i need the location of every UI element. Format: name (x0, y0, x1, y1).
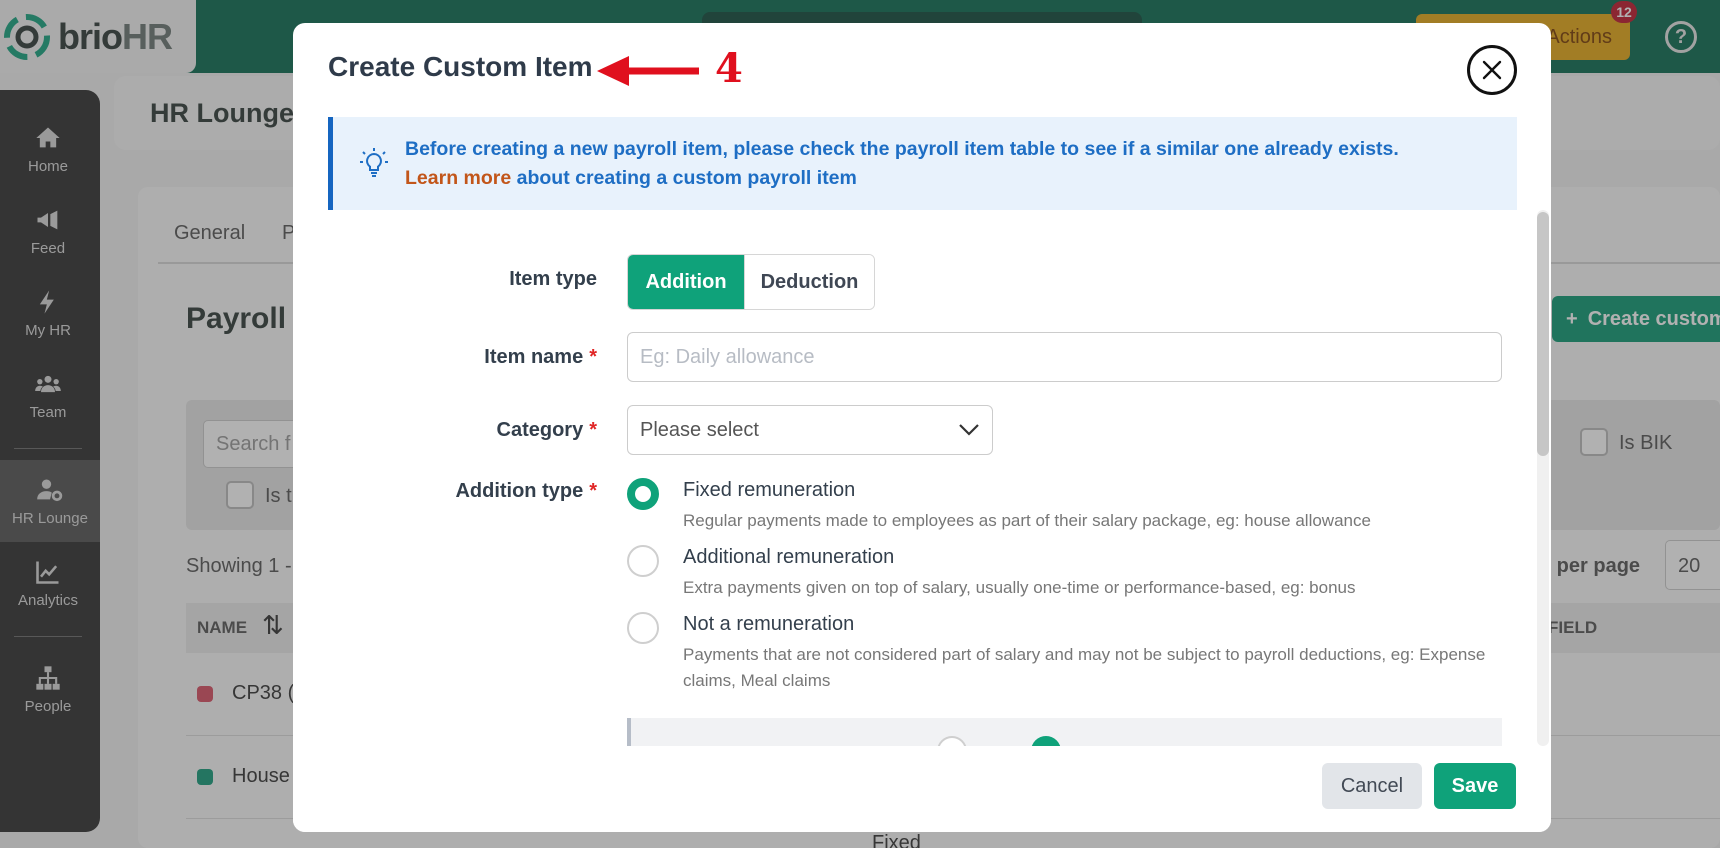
close-icon (1482, 60, 1502, 80)
item-type-toggle: Addition Deduction (627, 254, 875, 310)
chevron-down-icon (959, 424, 979, 436)
radio-option-description: Extra payments given on top of salary, u… (683, 578, 1356, 597)
sub-options-panel (627, 718, 1502, 766)
create-custom-item-dialog: Create Custom Item 4 Before creating a n… (293, 23, 1551, 832)
close-dialog-button[interactable] (1467, 45, 1517, 95)
addition-option-button[interactable]: Addition (628, 255, 744, 309)
lightbulb-icon (360, 148, 388, 177)
category-label: Category * (496, 419, 598, 441)
item-name-label: Item name * (484, 346, 597, 368)
dialog-title: Create Custom Item (328, 51, 593, 82)
item-name-input[interactable] (627, 332, 1502, 382)
annotation-step-number: 4 (715, 45, 743, 92)
not-a-remuneration-radio[interactable] (627, 612, 659, 644)
radio-option-description: Regular payments made to employees as pa… (683, 511, 1371, 530)
learn-more-link[interactable]: Learn more (405, 167, 511, 189)
item-type-label: Item type (509, 268, 597, 290)
cancel-button[interactable]: Cancel (1322, 763, 1422, 809)
radio-option-title: Fixed remuneration (683, 479, 856, 501)
addition-type-label: Addition type * (455, 480, 597, 502)
category-select-value: Please select (640, 418, 759, 441)
deduction-option-button[interactable]: Deduction (744, 255, 874, 309)
scrollbar-thumb[interactable] (1537, 212, 1549, 456)
annotation-arrow-icon (597, 56, 699, 86)
info-banner: Before creating a new payroll item, plea… (328, 117, 1517, 210)
info-text: Before creating a new payroll item, plea… (405, 138, 1399, 189)
category-select[interactable]: Please select (627, 405, 993, 455)
fixed-remuneration-radio[interactable] (627, 478, 659, 510)
dialog-footer: Cancel Save (293, 746, 1551, 832)
additional-remuneration-radio[interactable] (627, 545, 659, 577)
save-button[interactable]: Save (1434, 763, 1516, 809)
radio-option-title: Not a remuneration (683, 613, 855, 635)
radio-option-description: Payments that are not considered part of… (683, 645, 1486, 690)
dialog-scrollbar[interactable] (1537, 210, 1549, 746)
radio-option-title: Additional remuneration (683, 546, 895, 568)
